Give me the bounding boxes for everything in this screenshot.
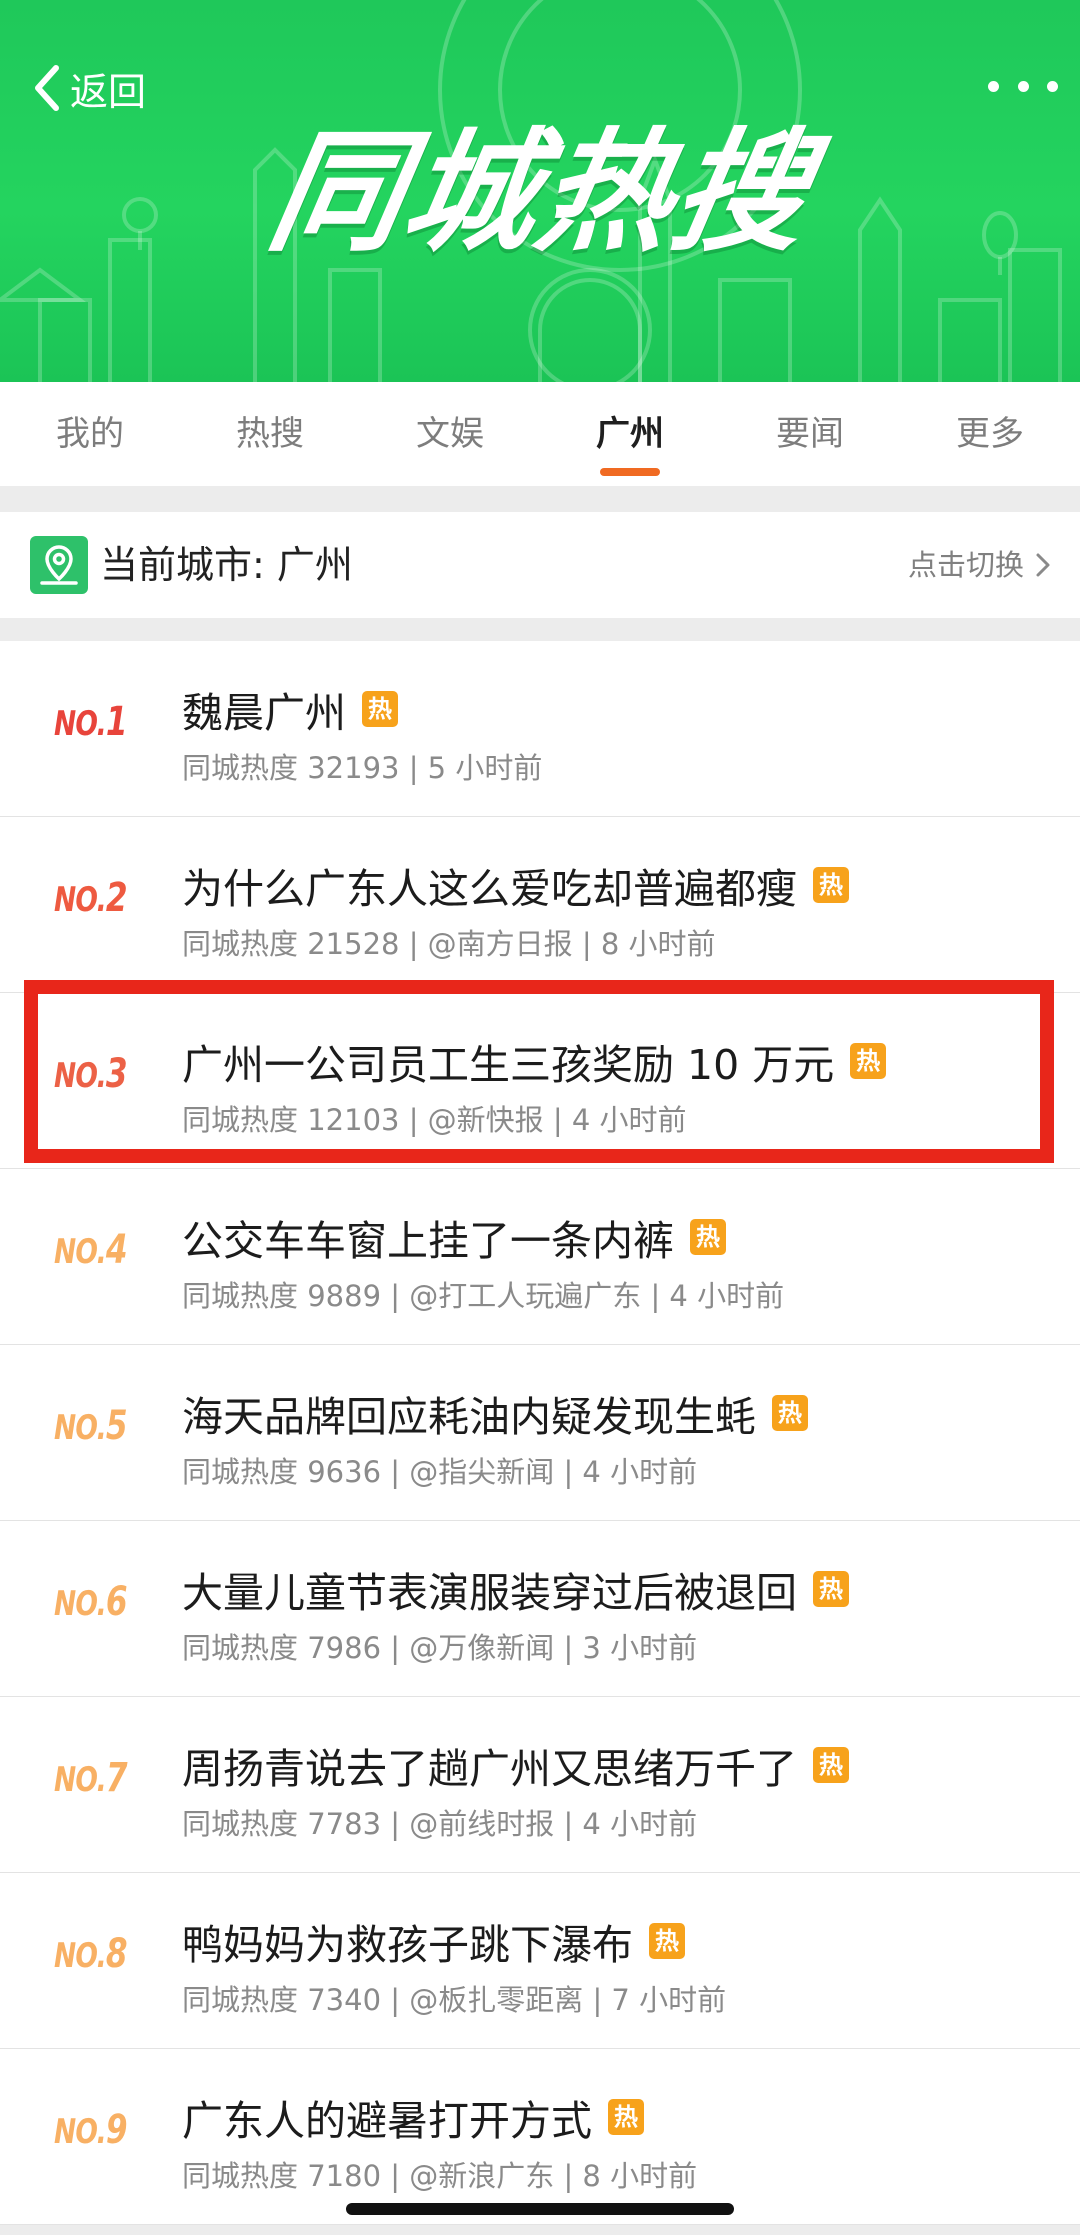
current-city-row: 当前城市: 广州 点击切换 — [0, 512, 1080, 618]
item-title-wrap: 广东人的避暑打开方式热 — [182, 2087, 644, 2147]
rank-prefix: NO. — [54, 1584, 107, 1624]
item-title: 周扬青说去了趟广州又思绪万千了 — [182, 1745, 797, 1793]
item-meta: 同城热度 9889 | @打工人玩遍广东 | 4 小时前 — [182, 1279, 785, 1313]
switch-city-label: 点击切换 — [907, 548, 1024, 582]
rank-badge: NO.8 — [54, 1931, 128, 1977]
item-title: 大量儿童节表演服装穿过后被退回 — [182, 1569, 797, 1617]
hot-badge: 热 — [813, 867, 849, 903]
rank-number: 1 — [105, 699, 128, 745]
rank-badge: NO.6 — [54, 1579, 128, 1625]
item-title: 鸭妈妈为救孩子跳下瀑布 — [182, 1921, 633, 1969]
list-item[interactable]: NO.9 广东人的避暑打开方式热同城热度 7180 | @新浪广东 | 8 小时前 — [0, 2049, 1080, 2225]
dot — [988, 80, 999, 92]
item-title-wrap: 周扬青说去了趟广州又思绪万千了热 — [182, 1735, 849, 1795]
hot-badge: 热 — [608, 2099, 644, 2135]
item-title-wrap: 魏晨广州热 — [182, 679, 398, 739]
item-title: 公交车车窗上挂了一条内裤 — [182, 1217, 674, 1265]
item-meta: 同城热度 12103 | @新快报 | 4 小时前 — [182, 1103, 687, 1137]
item-title: 海天品牌回应耗油内疑发现生蚝 — [182, 1393, 756, 1441]
item-title: 魏晨广州 — [182, 689, 346, 737]
item-meta: 同城热度 7783 | @前线时报 | 4 小时前 — [182, 1807, 698, 1841]
list-item[interactable]: NO.2 为什么广东人这么爱吃却普遍都瘦热同城热度 21528 | @南方日报 |… — [0, 817, 1080, 993]
rank-number: 3 — [105, 1051, 128, 1097]
rank-prefix: NO. — [54, 1056, 107, 1096]
home-indicator — [346, 2203, 734, 2215]
rank-badge: NO.5 — [54, 1403, 128, 1449]
rank-prefix: NO. — [54, 1760, 107, 1800]
hot-badge: 热 — [649, 1923, 685, 1959]
item-title-wrap: 公交车车窗上挂了一条内裤热 — [182, 1207, 726, 1267]
item-meta: 同城热度 7180 | @新浪广东 | 8 小时前 — [182, 2159, 698, 2193]
page-title: 同城热搜 — [258, 116, 822, 270]
rank-badge: NO.7 — [54, 1755, 128, 1801]
rank-prefix: NO. — [54, 1232, 107, 1272]
rank-badge: NO.4 — [54, 1227, 128, 1273]
item-meta: 同城热度 7986 | @万像新闻 | 3 小时前 — [182, 1631, 698, 1665]
back-label: 返回 — [70, 69, 147, 114]
tab-mine[interactable]: 我的 — [0, 382, 180, 486]
rank-prefix: NO. — [54, 1408, 107, 1448]
location-pin-icon — [30, 536, 88, 594]
list-item[interactable]: NO.4 公交车车窗上挂了一条内裤热同城热度 9889 | @打工人玩遍广东 | … — [0, 1169, 1080, 1345]
list-item[interactable]: NO.6 大量儿童节表演服装穿过后被退回热同城热度 7986 | @万像新闻 | … — [0, 1521, 1080, 1697]
hot-badge: 热 — [772, 1395, 808, 1431]
tab-bar: 我的 热搜 文娱 广州 要闻 更多 — [0, 382, 1080, 486]
rank-number: 5 — [105, 1403, 128, 1449]
item-title: 为什么广东人这么爱吃却普遍都瘦 — [182, 865, 797, 913]
tab-guangzhou[interactable]: 广州 — [540, 382, 720, 486]
rank-badge: NO.2 — [54, 875, 128, 921]
tab-hot-search[interactable]: 热搜 — [180, 382, 360, 486]
tab-news[interactable]: 要闻 — [720, 382, 900, 486]
hot-search-list: NO.1 魏晨广州热同城热度 32193 | 5 小时前 NO.2 为什么广东人这么爱… — [0, 641, 1080, 2225]
rank-number: 9 — [105, 2107, 128, 2153]
tab-more[interactable]: 更多 — [900, 382, 1080, 486]
list-item[interactable]: NO.7 周扬青说去了趟广州又思绪万千了热同城热度 7783 | @前线时报 | … — [0, 1697, 1080, 1873]
hot-badge: 热 — [813, 1571, 849, 1607]
hot-badge: 热 — [690, 1219, 726, 1255]
switch-city-button[interactable]: 点击切换 — [908, 512, 1054, 618]
list-item[interactable]: NO.8 鸭妈妈为救孩子跳下瀑布热同城热度 7340 | @板扎零距离 | 7 小… — [0, 1873, 1080, 2049]
chevron-right-icon — [1036, 553, 1050, 577]
list-item[interactable]: NO.5 海天品牌回应耗油内疑发现生蚝热同城热度 9636 | @指尖新闻 | 4… — [0, 1345, 1080, 1521]
dot — [1047, 80, 1058, 92]
tab-entertainment[interactable]: 文娱 — [360, 382, 540, 486]
chevron-left-icon — [35, 65, 59, 111]
item-title-wrap: 鸭妈妈为救孩子跳下瀑布热 — [182, 1911, 685, 1971]
back-button[interactable]: 返回 — [26, 58, 146, 118]
rank-number: 8 — [105, 1931, 128, 1977]
list-item[interactable]: NO.3 广州一公司员工生三孩奖励 10 万元热同城热度 12103 | @新快报… — [0, 993, 1080, 1169]
rank-number: 4 — [105, 1227, 128, 1273]
rank-prefix: NO. — [54, 2112, 107, 2152]
item-title-wrap: 大量儿童节表演服装穿过后被退回热 — [182, 1559, 849, 1619]
rank-prefix: NO. — [54, 1936, 107, 1976]
dot — [1017, 80, 1029, 92]
rank-prefix: NO. — [54, 880, 107, 920]
more-dots-icon[interactable] — [988, 66, 1058, 106]
header-banner: 返回 同城热搜 — [0, 0, 1080, 382]
list-item[interactable]: NO.1 魏晨广州热同城热度 32193 | 5 小时前 — [0, 641, 1080, 817]
rank-badge: NO.9 — [54, 2107, 128, 2153]
current-city-label: 当前城市: 广州 — [100, 543, 353, 587]
item-meta: 同城热度 21528 | @南方日报 | 8 小时前 — [182, 927, 716, 961]
item-title: 广州一公司员工生三孩奖励 10 万元 — [182, 1041, 835, 1089]
rank-badge: NO.3 — [54, 1051, 128, 1097]
item-meta: 同城热度 7340 | @板扎零距离 | 7 小时前 — [182, 1983, 727, 2017]
hot-badge: 热 — [813, 1747, 849, 1783]
item-meta: 同城热度 9636 | @指尖新闻 | 4 小时前 — [182, 1455, 698, 1489]
rank-number: 2 — [105, 875, 128, 921]
rank-number: 7 — [105, 1755, 128, 1801]
rank-badge: NO.1 — [54, 699, 128, 745]
rank-number: 6 — [105, 1579, 128, 1625]
item-title-wrap: 广州一公司员工生三孩奖励 10 万元热 — [182, 1031, 887, 1091]
rank-prefix: NO. — [54, 704, 107, 744]
item-title: 广东人的避暑打开方式 — [182, 2097, 592, 2145]
hot-badge: 热 — [362, 691, 398, 727]
hot-badge: 热 — [850, 1043, 887, 1079]
item-title-wrap: 为什么广东人这么爱吃却普遍都瘦热 — [182, 855, 849, 915]
item-meta: 同城热度 32193 | 5 小时前 — [182, 751, 543, 785]
item-title-wrap: 海天品牌回应耗油内疑发现生蚝热 — [182, 1383, 808, 1443]
